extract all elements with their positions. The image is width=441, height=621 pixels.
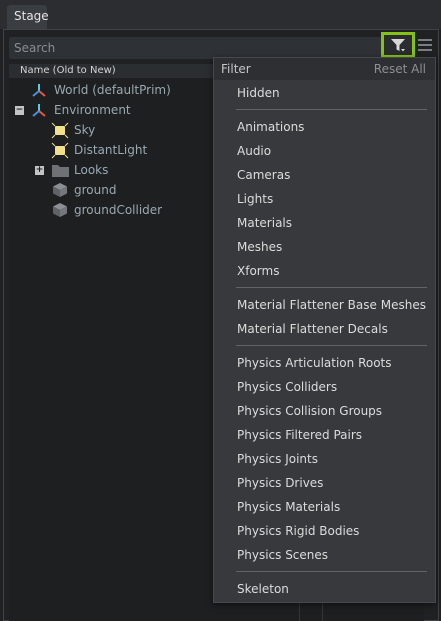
filter-item-physics-filtered-pairs[interactable]: Physics Filtered Pairs [237, 425, 362, 445]
filter-item-materials[interactable]: Materials [237, 213, 292, 233]
filter-item-material-flattener-base-meshes[interactable]: Material Flattener Base Meshes [237, 295, 426, 315]
light-bulb-icon [51, 142, 69, 159]
hamburger-line [418, 44, 432, 46]
filter-title: Filter [221, 62, 251, 76]
hamburger-line [418, 39, 432, 41]
menu-separator [236, 109, 427, 110]
mesh-cube-icon [53, 183, 67, 197]
filter-item-skeleton[interactable]: Skeleton [237, 579, 289, 599]
filter-button[interactable] [381, 32, 415, 58]
options-menu-button[interactable] [418, 39, 432, 53]
tree-row-label: Sky [74, 123, 96, 137]
tab-stage[interactable]: Stage [7, 5, 49, 29]
menu-separator [236, 345, 427, 346]
tree-row-label: World (defaultPrim) [54, 83, 171, 97]
filter-item-physics-collision-groups[interactable]: Physics Collision Groups [237, 401, 382, 421]
filter-item-physics-drives[interactable]: Physics Drives [237, 473, 323, 493]
expand-toggle[interactable]: + [35, 166, 44, 175]
filter-dropdown: Filter Reset All Hidden Animations Audio… [213, 57, 436, 603]
mesh-cube-icon [53, 203, 67, 217]
filter-item-xforms[interactable]: Xforms [237, 261, 279, 281]
tree-row-label: Environment [54, 103, 131, 117]
filter-item-material-flattener-decals[interactable]: Material Flattener Decals [237, 319, 388, 339]
xform-axis-icon [32, 84, 46, 97]
filter-item-meshes[interactable]: Meshes [237, 237, 282, 257]
tree-row-label: DistantLight [74, 143, 148, 157]
tree-row-label: groundCollider [74, 203, 163, 217]
collapse-toggle[interactable]: − [15, 106, 24, 115]
filter-item-physics-rigid-bodies[interactable]: Physics Rigid Bodies [237, 521, 359, 541]
xform-axis-icon [32, 104, 46, 117]
filter-item-physics-articulation-roots[interactable]: Physics Articulation Roots [237, 353, 392, 373]
tree-row-label: ground [74, 183, 117, 197]
filter-item-audio[interactable]: Audio [237, 141, 271, 161]
menu-separator [236, 287, 427, 288]
filter-item-lights[interactable]: Lights [237, 189, 273, 209]
filter-item-hidden[interactable]: Hidden [237, 83, 280, 103]
hamburger-line [418, 49, 432, 51]
folder-icon [52, 165, 69, 177]
search-input[interactable]: Search [9, 37, 381, 59]
tree-row-label: Looks [74, 163, 109, 177]
tab-bar [0, 0, 441, 29]
filter-item-animations[interactable]: Animations [237, 117, 304, 137]
filter-item-physics-joints[interactable]: Physics Joints [237, 449, 318, 469]
filter-dropdown-header: Filter Reset All [214, 58, 435, 80]
reset-all-button[interactable]: Reset All [374, 58, 426, 80]
funnel-icon [391, 39, 405, 52]
light-bulb-icon [51, 122, 69, 139]
filter-item-cameras[interactable]: Cameras [237, 165, 290, 185]
menu-separator [236, 571, 427, 572]
filter-item-physics-colliders[interactable]: Physics Colliders [237, 377, 337, 397]
filter-item-physics-materials[interactable]: Physics Materials [237, 497, 340, 517]
filter-item-physics-scenes[interactable]: Physics Scenes [237, 545, 328, 565]
